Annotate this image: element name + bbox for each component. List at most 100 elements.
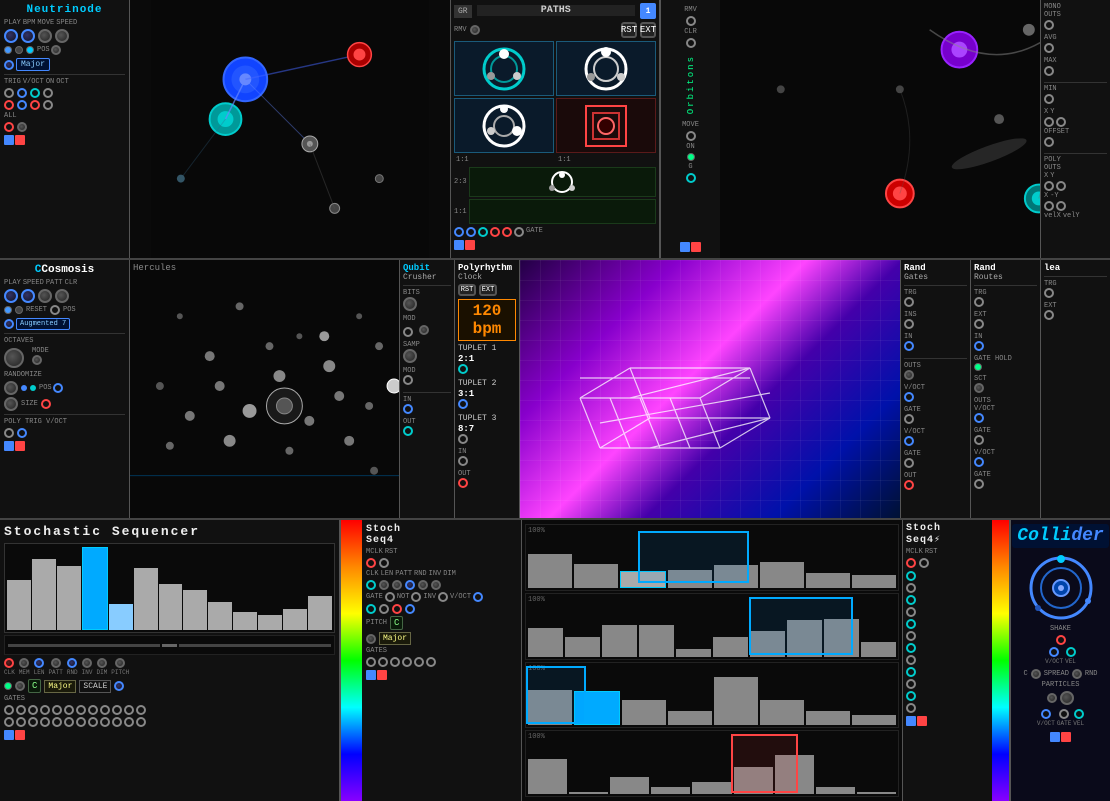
seq4l-inv[interactable] bbox=[418, 580, 428, 590]
rr-gate1[interactable] bbox=[974, 435, 984, 445]
qubit-mod-jack2[interactable] bbox=[403, 375, 413, 385]
cosm-size-knob[interactable] bbox=[4, 397, 18, 411]
rr-ext[interactable] bbox=[974, 319, 984, 329]
seq4r-j6[interactable] bbox=[906, 631, 916, 641]
seq4r-j3[interactable] bbox=[906, 595, 916, 605]
coll-voct-jack[interactable] bbox=[1049, 647, 1059, 657]
seq-gate-3[interactable] bbox=[28, 705, 38, 715]
seq-knob2[interactable] bbox=[15, 681, 25, 691]
bpm-knob[interactable] bbox=[21, 29, 35, 43]
rst-btn[interactable]: RST bbox=[621, 22, 637, 38]
seq4r-j10[interactable] bbox=[906, 679, 916, 689]
seq-mem-knob[interactable] bbox=[19, 658, 29, 668]
voct-jack[interactable] bbox=[17, 88, 27, 98]
rr-trg[interactable] bbox=[974, 297, 984, 307]
cosm-play-knob[interactable] bbox=[4, 289, 18, 303]
seq-gate-b11[interactable] bbox=[124, 717, 134, 727]
seq4l-not1[interactable] bbox=[411, 592, 421, 602]
seq4l-patt[interactable] bbox=[392, 580, 402, 590]
seq-gate-b1[interactable] bbox=[4, 717, 14, 727]
seq-gate-b5[interactable] bbox=[52, 717, 62, 727]
poly-ext-btn[interactable]: EXT bbox=[479, 284, 497, 296]
trig-jack[interactable] bbox=[4, 88, 14, 98]
seq4l-g3[interactable] bbox=[390, 657, 400, 667]
poly-x-jack[interactable] bbox=[1044, 181, 1054, 191]
seq-len-knob[interactable] bbox=[34, 658, 44, 668]
cosm-mode-knob[interactable] bbox=[32, 355, 42, 365]
all-jack[interactable] bbox=[4, 122, 14, 132]
seq-gate-5[interactable] bbox=[52, 705, 62, 715]
tup1-jack[interactable] bbox=[458, 364, 468, 374]
seq-inv-knob[interactable] bbox=[82, 658, 92, 668]
seq4l-voct1[interactable] bbox=[473, 592, 483, 602]
qubit-out-jack[interactable] bbox=[403, 426, 413, 436]
rg-voct1[interactable] bbox=[904, 392, 914, 402]
orb-rmv[interactable] bbox=[686, 16, 696, 26]
offset-jack[interactable] bbox=[1044, 137, 1054, 147]
path-jack-2[interactable] bbox=[466, 227, 476, 237]
cosm-reset-jack[interactable] bbox=[50, 305, 60, 315]
qubit-mod-jack1[interactable] bbox=[403, 327, 413, 337]
seq-gate-6[interactable] bbox=[64, 705, 74, 715]
poly-voct-jack[interactable] bbox=[17, 428, 27, 438]
poly-y-jack[interactable] bbox=[1056, 181, 1066, 191]
seq-gate-12[interactable] bbox=[136, 705, 146, 715]
seq4l-inv1[interactable] bbox=[438, 592, 448, 602]
seq4l-rnd[interactable] bbox=[405, 580, 415, 590]
poly-in-jack[interactable] bbox=[458, 456, 468, 466]
seq-gate-8[interactable] bbox=[88, 705, 98, 715]
tup2-jack[interactable] bbox=[458, 399, 468, 409]
seq4l-g4[interactable] bbox=[402, 657, 412, 667]
rg-in-jack[interactable] bbox=[904, 341, 914, 351]
seq4r-j11[interactable] bbox=[906, 691, 916, 701]
seq4r-j1[interactable] bbox=[906, 571, 916, 581]
speed-knob[interactable] bbox=[55, 29, 69, 43]
qubit-in-jack[interactable] bbox=[403, 404, 413, 414]
coll-voct-out[interactable] bbox=[1041, 709, 1051, 719]
seq4l-g1[interactable] bbox=[366, 657, 376, 667]
path-jack-6[interactable] bbox=[514, 227, 524, 237]
seq-gate-10[interactable] bbox=[112, 705, 122, 715]
seq-pitch-knob[interactable] bbox=[115, 658, 125, 668]
rr-in[interactable] bbox=[974, 341, 984, 351]
jack-r1[interactable] bbox=[4, 100, 14, 110]
rg-voct2[interactable] bbox=[904, 436, 914, 446]
seq-gate-b8[interactable] bbox=[88, 717, 98, 727]
seq-gate-b7[interactable] bbox=[76, 717, 86, 727]
qubit-bits-knob[interactable] bbox=[403, 297, 417, 311]
tup3-jack[interactable] bbox=[458, 434, 468, 444]
seq-gate-11[interactable] bbox=[124, 705, 134, 715]
seq-gate-b4[interactable] bbox=[40, 717, 50, 727]
jack-r4[interactable] bbox=[43, 100, 53, 110]
seq-gate-b9[interactable] bbox=[100, 717, 110, 727]
rg-ins-jack[interactable] bbox=[904, 319, 914, 329]
seq-clk-knob[interactable] bbox=[4, 658, 14, 668]
seq4r-j12[interactable] bbox=[906, 703, 916, 713]
qubit-samp-knob[interactable] bbox=[419, 325, 429, 335]
seq-gate-2[interactable] bbox=[16, 705, 26, 715]
rr-voct1[interactable] bbox=[974, 413, 984, 423]
rmv-knob[interactable] bbox=[470, 25, 480, 35]
rg-gate2[interactable] bbox=[904, 458, 914, 468]
seq-gate-b6[interactable] bbox=[64, 717, 74, 727]
orb-g[interactable] bbox=[686, 173, 696, 183]
seq4l-gate1[interactable] bbox=[385, 592, 395, 602]
coll-vel-jack[interactable] bbox=[1066, 647, 1076, 657]
rg-gate1[interactable] bbox=[904, 414, 914, 424]
path-jack-3[interactable] bbox=[478, 227, 488, 237]
seq-gate-b12[interactable] bbox=[136, 717, 146, 727]
seq-gate-4[interactable] bbox=[40, 705, 50, 715]
seq4r-j8[interactable] bbox=[906, 655, 916, 665]
seq4r-j5[interactable] bbox=[906, 619, 916, 629]
orb-clr[interactable] bbox=[686, 38, 696, 48]
knob-sm-1[interactable] bbox=[4, 60, 14, 70]
seq4l-jack-c2[interactable] bbox=[379, 604, 389, 614]
seq4l-rst[interactable] bbox=[379, 558, 389, 568]
seq4l-jack-c4[interactable] bbox=[405, 604, 415, 614]
cosm-patt-knob[interactable] bbox=[38, 289, 52, 303]
oct-jack[interactable] bbox=[43, 88, 53, 98]
ny-jack[interactable] bbox=[1056, 201, 1066, 211]
rr-sct-knob[interactable] bbox=[974, 383, 984, 393]
mono-jack-x[interactable] bbox=[1044, 20, 1054, 30]
play-knob[interactable] bbox=[4, 29, 18, 43]
